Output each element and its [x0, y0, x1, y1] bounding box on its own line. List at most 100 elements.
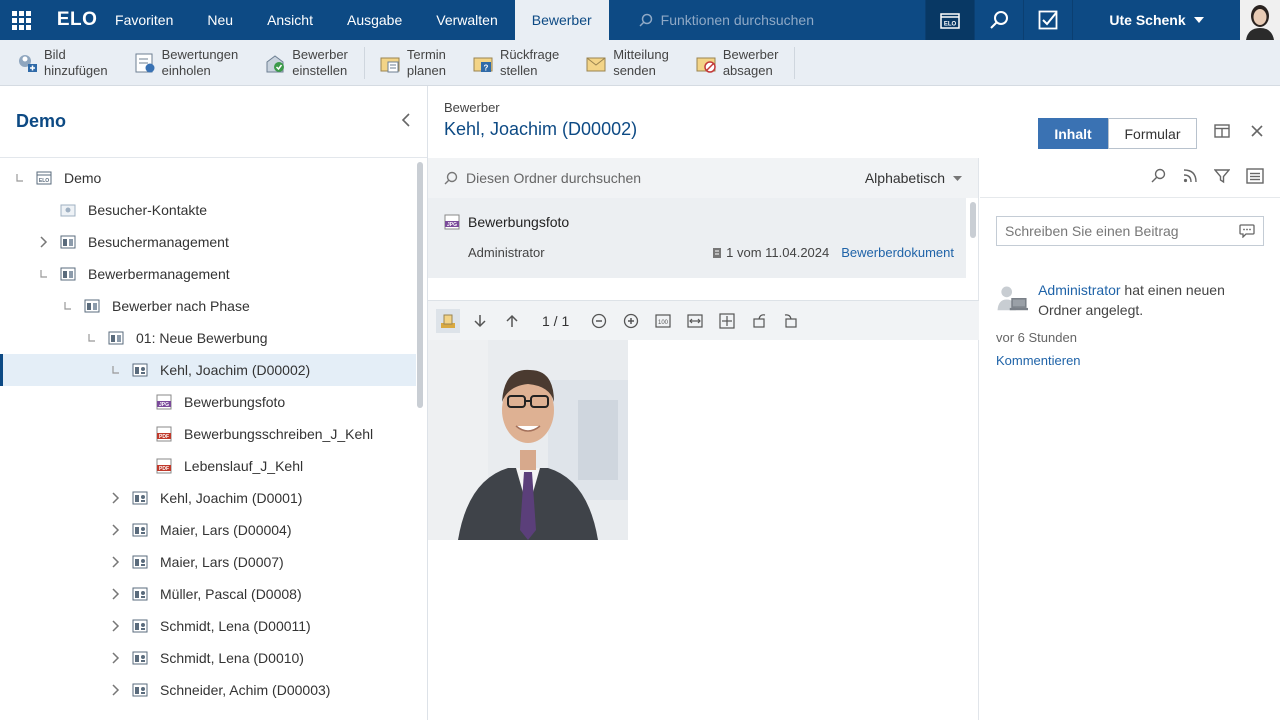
- tree-node[interactable]: ELO Demo: [0, 162, 416, 194]
- reject-applicant-label: Bewerber absagen: [722, 46, 779, 78]
- zoom-in-button[interactable]: [619, 309, 643, 333]
- chevron-right-icon[interactable]: [108, 490, 124, 506]
- tree-node[interactable]: Kehl, Joachim (D0001): [0, 482, 416, 514]
- tree-node[interactable]: Maier, Lars (D0007): [0, 546, 416, 578]
- grid-icon: [11, 10, 31, 30]
- add-image-button[interactable]: Bild hinzufügen: [16, 47, 108, 79]
- zoom-out-button[interactable]: [587, 309, 611, 333]
- tree-node[interactable]: JPG Bewerbungsfoto: [0, 386, 416, 418]
- hire-applicant-button[interactable]: Bewerber einstellen: [264, 47, 348, 79]
- ribbon-separator: [363, 46, 365, 79]
- tree-node[interactable]: PDF Bewerbungsschreiben_J_Kehl: [0, 418, 416, 450]
- schedule-appointment-button[interactable]: Termin planen: [379, 47, 446, 79]
- jpg-icon: JPG: [156, 394, 172, 410]
- collapse-toggle-icon[interactable]: [60, 298, 76, 314]
- sort-dropdown[interactable]: Alphabetisch: [865, 170, 962, 186]
- send-message-button[interactable]: Mitteilung senden: [585, 47, 669, 79]
- collapse-toggle-icon[interactable]: [108, 362, 124, 378]
- folder-icon: [60, 234, 76, 250]
- tree-node[interactable]: Müller, Pascal (D0008): [0, 578, 416, 610]
- function-search-input[interactable]: Funktionen durchsuchen: [609, 0, 925, 40]
- layout-button[interactable]: [1214, 124, 1230, 141]
- tree-node-label: Müller, Pascal (D0008): [160, 586, 302, 602]
- fit-width-button[interactable]: [683, 309, 707, 333]
- ask-question-button[interactable]: ? Rückfrage stellen: [472, 47, 559, 79]
- panel-title: Demo: [16, 111, 67, 131]
- elo-archive-button[interactable]: ELO: [925, 0, 974, 40]
- chevron-right-icon[interactable]: [108, 586, 124, 602]
- folder-search-input[interactable]: Diesen Ordner durchsuchen: [466, 170, 641, 186]
- tree-node[interactable]: Maier, Lars (D00004): [0, 514, 416, 546]
- tree-node[interactable]: Bewerber nach Phase: [0, 290, 416, 322]
- tasks-button[interactable]: [1023, 0, 1072, 40]
- tree-node[interactable]: Kehl, Joachim (D00002): [0, 354, 416, 386]
- applicant-icon: [132, 554, 148, 570]
- annotation-button[interactable]: [436, 308, 460, 333]
- menu-verwalten[interactable]: Verwalten: [419, 0, 514, 40]
- tree-node[interactable]: Schmidt, Lena (D0010): [0, 642, 416, 674]
- feed-entry-user[interactable]: Administrator: [1038, 282, 1120, 298]
- list-item[interactable]: JPG Bewerbungsfoto Administrator 1 vom 1…: [428, 198, 966, 278]
- menu-neu[interactable]: Neu: [190, 0, 250, 40]
- menu-favoriten[interactable]: Favoriten: [98, 0, 190, 40]
- comment-link[interactable]: Kommentieren: [996, 353, 1264, 368]
- user-avatar[interactable]: [1240, 0, 1280, 40]
- hire-icon: [264, 52, 286, 74]
- search-icon: [1151, 168, 1166, 183]
- send-message-label: Mitteilung senden: [613, 46, 669, 78]
- feed-subscribe-button[interactable]: [1182, 168, 1198, 187]
- chevron-right-icon[interactable]: [108, 618, 124, 634]
- archive-icon: ELO: [36, 170, 52, 186]
- feed-search-button[interactable]: [1150, 168, 1166, 187]
- get-ratings-button[interactable]: Bewertungen einholen: [134, 47, 238, 79]
- user-menu[interactable]: Ute Schenk: [1072, 0, 1240, 40]
- collapse-toggle-icon[interactable]: [12, 170, 28, 186]
- tree-node[interactable]: Besuchermanagement: [0, 226, 416, 258]
- feed-details-button[interactable]: [1246, 168, 1264, 187]
- tree-node[interactable]: Besucher-Kontakte: [0, 194, 416, 226]
- feed-filter-button[interactable]: [1213, 168, 1231, 187]
- tree-node[interactable]: PDF Lebenslauf_J_Kehl: [0, 450, 416, 482]
- item-version: 1 vom 11.04.2024: [726, 245, 830, 260]
- tab-form[interactable]: Formular: [1108, 118, 1197, 149]
- fit-page-button[interactable]: [715, 309, 739, 333]
- rotate-right-icon: [785, 313, 797, 328]
- tree-node-label: Lebenslauf_J_Kehl: [184, 458, 304, 474]
- chevron-right-icon[interactable]: [108, 554, 124, 570]
- menu-ausgabe[interactable]: Ausgabe: [330, 0, 419, 40]
- collapse-toggle-icon[interactable]: [36, 266, 52, 282]
- pdf-icon: PDF: [156, 458, 172, 474]
- ribbon-toolbar: Bild hinzufügen Bewertungen einholen Bew…: [0, 40, 1280, 86]
- chevron-right-icon[interactable]: [108, 522, 124, 538]
- reject-applicant-button[interactable]: Bewerber absagen: [695, 46, 779, 79]
- applicant-photo: [428, 340, 628, 540]
- tree-node[interactable]: Schneider, Achim (D00003): [0, 674, 416, 706]
- rotate-right-button[interactable]: [779, 309, 803, 333]
- list-scrollbar[interactable]: [970, 202, 976, 238]
- close-button[interactable]: [1250, 124, 1264, 141]
- rotate-left-button[interactable]: [747, 309, 771, 333]
- menu-ansicht[interactable]: Ansicht: [250, 0, 330, 40]
- actual-size-button[interactable]: 100: [651, 309, 675, 333]
- tree-node[interactable]: Schmidt, Lena (D00011): [0, 610, 416, 642]
- search-button[interactable]: [974, 0, 1023, 40]
- user-avatar-icon: [997, 286, 1029, 311]
- collapse-toggle-icon[interactable]: [84, 330, 100, 346]
- chevron-right-icon[interactable]: [108, 682, 124, 698]
- item-doc-type-link[interactable]: Bewerberdokument: [841, 245, 954, 260]
- menu-bewerber[interactable]: Bewerber: [514, 0, 609, 40]
- tree-node[interactable]: Bewerbermanagement: [0, 258, 416, 290]
- next-button[interactable]: [468, 309, 492, 333]
- chevron-right-icon[interactable]: [108, 650, 124, 666]
- collapse-panel-button[interactable]: [401, 113, 411, 130]
- chevron-right-icon[interactable]: [36, 234, 52, 250]
- app-launcher-button[interactable]: [0, 0, 43, 40]
- tree-node[interactable]: 01: Neue Bewerbung: [0, 322, 416, 354]
- svg-text:JPG: JPG: [159, 402, 169, 408]
- tab-content[interactable]: Inhalt: [1038, 118, 1108, 149]
- previous-button[interactable]: [500, 309, 524, 333]
- tree-scrollbar[interactable]: [417, 162, 423, 408]
- svg-text:100: 100: [658, 320, 669, 326]
- post-input[interactable]: Schreiben Sie einen Beitrag: [996, 216, 1264, 246]
